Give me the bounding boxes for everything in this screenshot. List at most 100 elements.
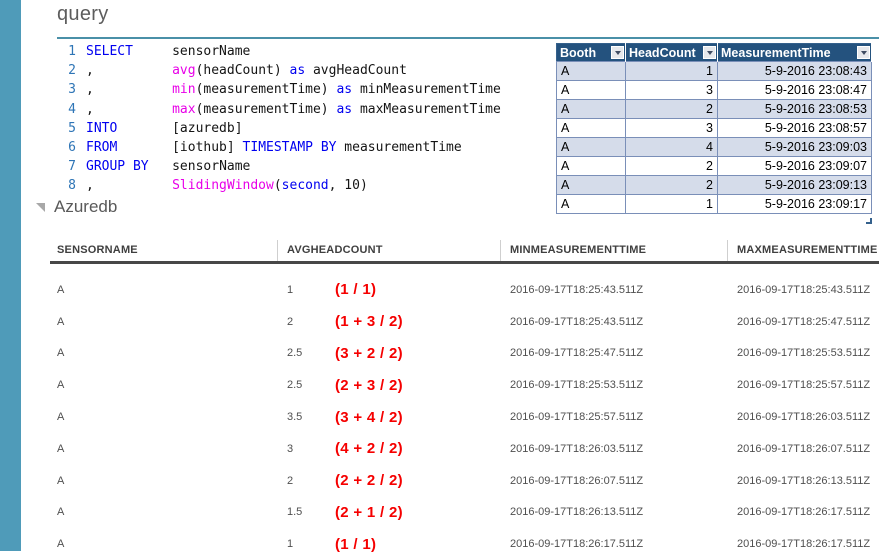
excel-row: A 3 5-9-2016 23:08:47 [556,80,872,100]
excel-cell[interactable]: A [556,118,626,138]
result-cell-formula: (2 + 2 / 2) [335,472,403,490]
results-col-maxmeasurementtime: MAXMEASUREMENTTIME [737,244,878,256]
result-row: A 1.5 (2 + 1 / 2) 2016-09-17T18:26:13.511Z 2… [0,497,879,529]
excel-cell[interactable]: 3 [625,80,718,100]
result-cell-avg: 2.5 [287,379,303,392]
code-text: SELECT sensorName [86,44,251,59]
excel-cell[interactable]: 5-9-2016 23:08:57 [717,118,872,138]
results-header-row: SENSORNAME AVGHEADCOUNT MINMEASUREMENTTI… [0,244,879,256]
excel-cell[interactable]: 5-9-2016 23:09:13 [717,175,872,195]
title-divider [57,37,879,39]
result-cell-min: 2016-09-17T18:25:57.511Z [510,411,644,424]
excel-cell[interactable]: 1 [625,194,718,214]
excel-row: A 4 5-9-2016 23:09:03 [556,137,872,157]
result-cell-formula: (3 + 4 / 2) [335,408,403,426]
excel-row: A 2 5-9-2016 23:09:07 [556,156,872,176]
code-text: GROUP BY sensorName [86,159,251,175]
code-text: , max(measurementTime) as maxMeasurement… [86,101,501,117]
header-separator [727,240,728,263]
result-row: A 1 (1 / 1) 2016-09-17T18:25:43.511Z 2016-09… [0,274,879,306]
excel-cell[interactable]: 2 [625,156,718,176]
excel-cell[interactable]: A [556,175,626,195]
line-number: 7 [68,159,76,175]
result-cell-min: 2016-09-17T18:25:53.511Z [510,379,644,392]
result-cell-max: 2016-09-17T18:26:07.511Z [737,442,871,455]
filter-arrow-icon [706,50,713,55]
code-line: 3 , min(measurementTime) as minMeasuremen… [52,80,501,99]
filter-dropdown-icon[interactable] [857,46,870,59]
section-header-azuredb[interactable]: Azuredb [36,197,117,217]
excel-cell[interactable]: A [556,61,626,81]
page-title: query [57,3,109,25]
result-cell-formula: (3 + 2 / 2) [335,344,403,362]
result-row: A 2.5 (2 + 3 / 2) 2016-09-17T18:25:53.511Z 2… [0,369,879,401]
excel-sample-table: Booth HeadCount MeasurementTime A 1 5-9-2016… [556,43,872,214]
result-cell-avg: 2.5 [287,347,303,360]
line-number: 2 [68,63,76,79]
code-line: 7 GROUP BY sensorName [52,157,501,176]
result-cell-sensor: A [57,474,65,487]
line-number: 8 [68,178,76,194]
query-editor[interactable]: 1 SELECT sensorName 2 , avg(headCount) as a… [52,42,501,196]
filter-dropdown-icon[interactable] [703,46,716,59]
code-text: INTO [azuredb] [86,120,243,136]
excel-cell[interactable]: A [556,194,626,214]
result-row: A 1 (1 / 1) 2016-09-17T18:26:17.511Z 2016-09… [0,528,879,560]
result-cell-min: 2016-09-17T18:25:43.511Z [510,315,644,328]
result-row: A 3 (4 + 2 / 2) 2016-09-17T18:26:03.511Z 201… [0,433,879,465]
excel-cell[interactable]: A [556,137,626,157]
header-separator [277,240,278,263]
result-cell-sensor: A [57,315,65,328]
line-number: 3 [68,82,76,98]
filter-arrow-icon [860,50,867,55]
excel-column-header: MeasurementTime [717,43,872,62]
collapse-triangle-icon [36,202,45,212]
result-cell-max: 2016-09-17T18:26:13.511Z [737,474,871,487]
result-cell-formula: (2 + 3 / 2) [335,376,403,394]
filter-dropdown-icon[interactable] [611,46,624,59]
results-col-minmeasurementtime: MINMEASUREMENTTIME [510,244,647,256]
excel-column-header: Booth [556,43,626,62]
result-cell-formula: (1 + 3 / 2) [335,313,403,331]
excel-column-header: HeadCount [625,43,718,62]
excel-row: A 1 5-9-2016 23:09:17 [556,194,872,214]
code-text: , min(measurementTime) as minMeasurement… [86,82,501,98]
excel-cell[interactable]: A [556,99,626,119]
code-line: 2 , avg(headCount) as avgHeadCount [52,61,501,80]
result-cell-sensor: A [57,283,65,296]
result-cell-min: 2016-09-17T18:26:17.511Z [510,538,644,551]
line-number: 6 [68,140,76,156]
excel-row: A 2 5-9-2016 23:09:13 [556,175,872,195]
excel-cell[interactable]: 5-9-2016 23:09:17 [717,194,872,214]
result-row: A 2.5 (3 + 2 / 2) 2016-09-17T18:25:47.511Z 2… [0,338,879,370]
excel-cell[interactable]: 2 [625,175,718,195]
excel-cell[interactable]: 1 [625,61,718,81]
result-cell-max: 2016-09-17T18:25:53.511Z [737,347,871,360]
section-title: Azuredb [54,197,118,216]
excel-row: A 2 5-9-2016 23:08:53 [556,99,872,119]
excel-cell[interactable]: 5-9-2016 23:08:47 [717,80,872,100]
result-cell-max: 2016-09-17T18:25:43.511Z [737,283,871,296]
excel-cell[interactable]: 4 [625,137,718,157]
result-cell-formula: (1 / 1) [335,281,377,299]
excel-cell[interactable]: A [556,156,626,176]
excel-cell[interactable]: 3 [625,118,718,138]
result-cell-sensor: A [57,506,65,519]
result-cell-avg: 1 [287,538,294,551]
excel-cell[interactable]: A [556,80,626,100]
result-cell-avg: 2 [287,474,294,487]
excel-cell[interactable]: 5-9-2016 23:09:07 [717,156,872,176]
excel-cell[interactable]: 5-9-2016 23:08:43 [717,61,872,81]
excel-cell[interactable]: 5-9-2016 23:09:03 [717,137,872,157]
excel-body: A 1 5-9-2016 23:08:43 A 3 5-9-2016 23:08:47 A 2… [556,61,872,214]
excel-cell[interactable]: 2 [625,99,718,119]
result-cell-min: 2016-09-17T18:26:13.511Z [510,506,644,519]
excel-row: A 1 5-9-2016 23:08:43 [556,61,872,81]
results-col-sensorname: SENSORNAME [57,244,138,256]
result-cell-min: 2016-09-17T18:25:43.511Z [510,283,644,296]
result-cell-sensor: A [57,379,65,392]
header-separator [500,240,501,263]
result-cell-formula: (1 / 1) [335,535,377,553]
excel-cell[interactable]: 5-9-2016 23:08:53 [717,99,872,119]
table-resize-handle[interactable] [866,218,872,224]
